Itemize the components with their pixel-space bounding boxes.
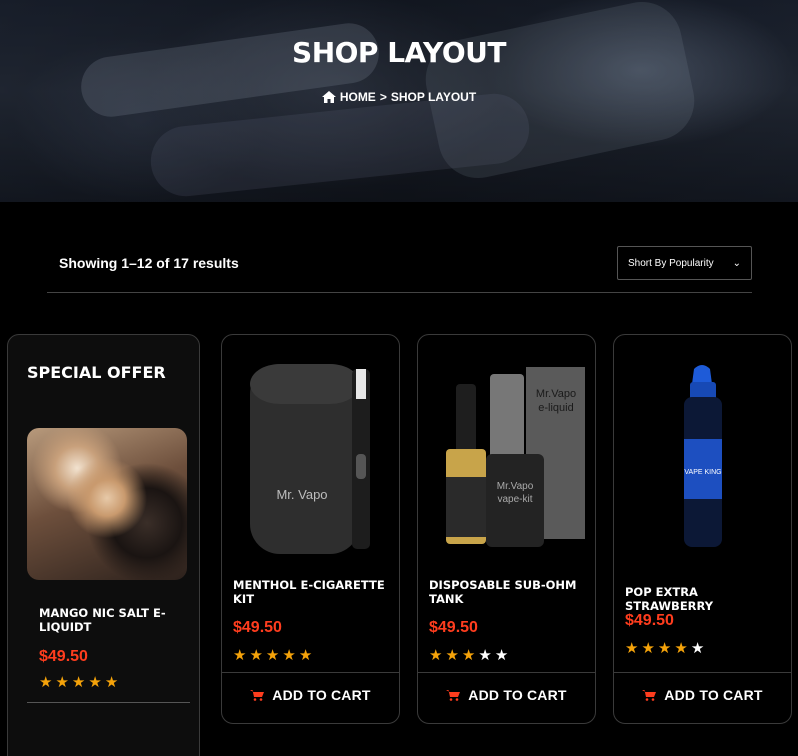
svg-text:e-liquid: e-liquid: [538, 402, 573, 414]
star-icon: ★: [625, 640, 639, 657]
special-offer-product-price: $49.50: [39, 648, 88, 665]
star-icon: ★: [55, 674, 69, 691]
e-liquid-bottle-icon[interactable]: VAPE KING: [624, 349, 781, 554]
product-price: $49.50: [625, 612, 674, 629]
product-rating: ★ ★ ★ ★ ★: [625, 641, 704, 656]
special-offer-divider: [27, 702, 190, 703]
add-to-cart-button[interactable]: ADD TO CART: [222, 687, 399, 703]
home-icon: [321, 91, 336, 103]
svg-text:Mr.Vapo: Mr.Vapo: [536, 388, 576, 400]
cart-icon: [642, 690, 657, 701]
chevron-down-icon: ⌄: [732, 257, 741, 269]
special-offer-heading: SPECIAL OFFER: [27, 363, 166, 382]
star-icon: ★: [71, 674, 86, 691]
add-to-cart-label: ADD TO CART: [468, 687, 567, 703]
result-count: Showing 1–12 of 17 results: [59, 255, 239, 271]
product-rating: ★ ★ ★ ★ ★: [233, 648, 312, 663]
card-divider: [418, 672, 595, 673]
cart-icon: [446, 690, 461, 701]
vape-kit-box-icon[interactable]: Mr.Vapo e-liquid Mr.Vapo vape-kit: [428, 349, 585, 554]
hero-banner: SHOP LAYOUT HOME > SHOP LAYOUT: [0, 0, 798, 202]
svg-text:vape-kit: vape-kit: [497, 494, 532, 505]
breadcrumb-home-link[interactable]: HOME: [340, 90, 376, 104]
add-to-cart-label: ADD TO CART: [664, 687, 763, 703]
special-offer-product-name[interactable]: MANGO NIC SALT E-LIQUIDT: [39, 606, 189, 634]
add-to-cart-button[interactable]: ADD TO CART: [614, 687, 791, 703]
star-icon: ★: [298, 647, 313, 664]
product-price: $49.50: [429, 619, 478, 636]
star-icon: ★: [429, 647, 443, 664]
special-offer-rating: ★ ★ ★ ★ ★: [39, 675, 118, 690]
star-icon: ★: [249, 647, 263, 664]
card-divider: [222, 672, 399, 673]
product-name[interactable]: POP EXTRA STRAWBERRY: [625, 585, 781, 613]
product-card: VAPE KING POP EXTRA STRAWBERRY $49.50 ★ …: [613, 334, 792, 724]
e-cigarette-kit-icon[interactable]: Mr. Vapo: [232, 349, 389, 554]
product-price: $49.50: [233, 619, 282, 636]
breadcrumb-current: SHOP LAYOUT: [390, 90, 477, 104]
star-icon: ★: [445, 647, 459, 664]
special-offer-sidebar: SPECIAL OFFER MANGO NIC SALT E-LIQUIDT $…: [7, 334, 200, 756]
add-to-cart-label: ADD TO CART: [272, 687, 371, 703]
star-icon: ★: [690, 640, 705, 657]
product-name[interactable]: MENTHOL E-CIGARETTE KIT: [233, 578, 389, 606]
star-icon: ★: [641, 640, 655, 657]
product-name[interactable]: DISPOSABLE SUB-OHM TANK: [429, 578, 585, 606]
svg-text:Mr. Vapo: Mr. Vapo: [276, 487, 327, 502]
star-icon: ★: [494, 647, 509, 664]
sort-selected-value: Short By Popularity: [628, 257, 714, 269]
star-icon: ★: [461, 647, 476, 664]
product-card: Mr. Vapo MENTHOL E-CIGARETTE KIT $49.50 …: [221, 334, 400, 724]
star-icon: ★: [265, 647, 280, 664]
svg-text:VAPE KING: VAPE KING: [684, 469, 721, 476]
card-divider: [614, 672, 791, 673]
star-icon: ★: [104, 674, 119, 691]
sort-select[interactable]: Short By Popularity ⌄: [617, 246, 752, 280]
star-icon: ★: [233, 647, 247, 664]
breadcrumb: HOME > SHOP LAYOUT: [0, 90, 798, 104]
svg-text:Mr.Vapo: Mr.Vapo: [497, 481, 534, 492]
star-icon: ★: [674, 640, 688, 657]
star-icon: ★: [39, 674, 53, 691]
breadcrumb-separator: >: [379, 90, 387, 104]
add-to-cart-button[interactable]: ADD TO CART: [418, 687, 595, 703]
cart-icon: [250, 690, 265, 701]
star-icon: ★: [282, 647, 296, 664]
toolbar-divider: [47, 292, 752, 293]
star-icon: ★: [657, 640, 672, 657]
page-title: SHOP LAYOUT: [292, 36, 506, 69]
product-rating: ★ ★ ★ ★ ★: [429, 648, 508, 663]
star-icon: ★: [88, 674, 102, 691]
special-offer-product-image[interactable]: [27, 428, 187, 580]
product-card: Mr.Vapo e-liquid Mr.Vapo vape-kit DISPOS…: [417, 334, 596, 724]
star-icon: ★: [478, 647, 492, 664]
